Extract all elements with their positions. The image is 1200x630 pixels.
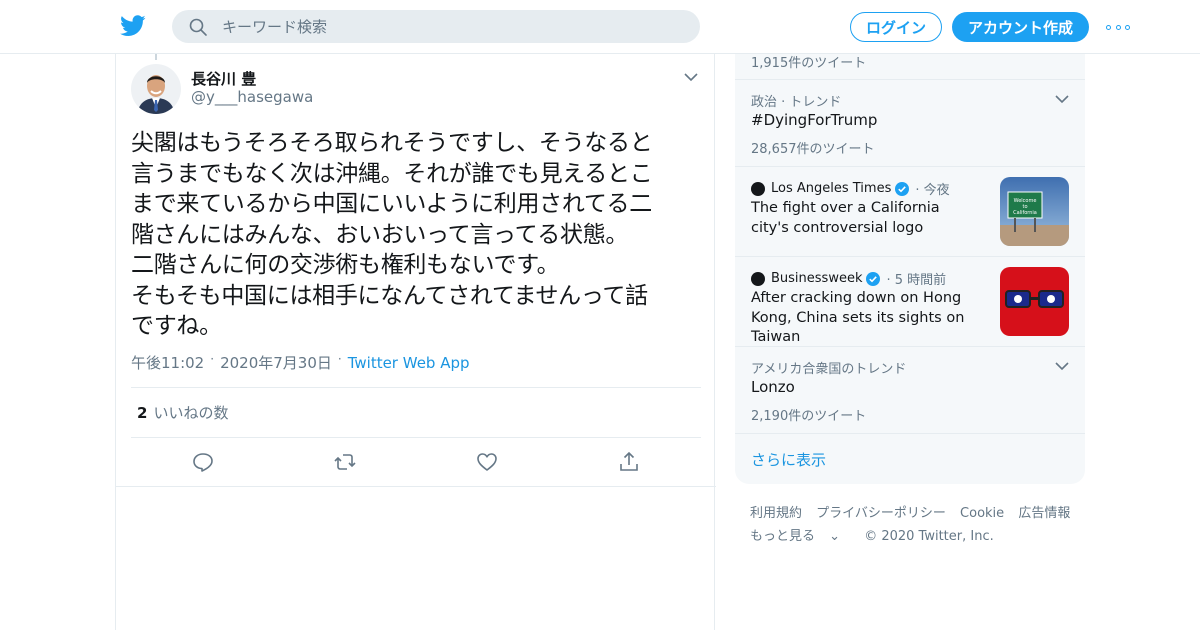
news-source: Los Angeles Times · 今夜 [751,179,950,198]
tweet-date[interactable]: 2020年7月30日 [220,352,332,373]
verified-badge-icon [866,271,881,286]
show-more-link[interactable]: さらに表示 [751,449,826,470]
news-title: The fight over a California city's contr… [751,200,940,236]
taiwan-flag-eyes-image [1000,267,1069,336]
privacy-link[interactable]: プライバシーポリシー [816,506,946,521]
dot [1125,24,1130,30]
chevron-down-icon: ⌄ [829,529,841,544]
terms-link[interactable]: 利用規約 [750,506,802,521]
top-bar: ログイン アカウント作成 [0,0,1200,54]
trend-tweet-count: 1,915件のツイート [751,56,867,71]
avatar-image [131,64,181,114]
chevron-down-icon[interactable] [1054,91,1070,107]
thread-line [155,54,157,60]
author-name[interactable]: 長谷川 豊 [191,68,256,89]
copyright-text: © 2020 Twitter, Inc. [864,529,994,544]
share-icon[interactable] [617,450,641,474]
chevron-down-icon[interactable] [1054,358,1070,374]
california-sign-image: Welcome to California [1000,177,1069,246]
trends-panel: 1,915件のツイート 政治 · トレンド #DyingForTrump 28,… [735,54,1085,484]
divider [131,437,701,438]
likes-count[interactable]: 2 いいねの数 [137,402,228,423]
divider [116,486,716,487]
search-input[interactable] [222,10,682,43]
footer-row: 利用規約 プライバシーポリシー Cookie 広告情報 [750,502,1090,525]
avatar[interactable] [131,64,181,114]
likes-label: いいねの数 [153,404,229,422]
chevron-down-icon[interactable] [683,69,699,85]
trend-tweet-count: 28,657件のツイート [751,142,875,157]
author-handle[interactable]: @y___hasegawa [191,88,313,106]
trend-category: アメリカ合衆国のトレンド [751,362,907,377]
businessweek-logo-icon [751,271,765,286]
news-time: · 今夜 [915,183,950,198]
tweet-actions [116,450,716,474]
tweet-meta: 午後11:02 · 2020年7月30日 · Twitter Web App [131,352,470,373]
footer-row: もっと見る ⌄ © 2020 Twitter, Inc. [750,525,1090,548]
news-source: Businessweek · 5 時間前 [751,269,946,288]
verified-badge-icon [895,181,910,196]
search-icon [189,18,207,36]
reply-icon[interactable] [191,450,215,474]
likes-number: 2 [137,404,148,422]
news-thumbnail[interactable]: Welcome to California [1000,177,1069,246]
la-times-logo-icon [751,181,765,196]
more-menu-icon[interactable] [1106,18,1130,36]
trend-item[interactable]: 1,915件のツイート [735,54,1085,80]
news-item[interactable]: Businessweek · 5 時間前 After cracking down… [735,257,1085,347]
retweet-icon[interactable] [333,450,357,474]
twitter-bird-icon[interactable] [120,14,146,38]
ads-info-link[interactable]: 広告情報 [1018,506,1070,521]
separator: · [210,351,215,366]
news-thumbnail[interactable] [1000,267,1069,336]
more-link[interactable]: もっと見る ⌄ [750,529,850,544]
news-source-name: Businessweek [771,271,863,286]
trend-item[interactable]: 政治 · トレンド #DyingForTrump 28,657件のツイート [735,80,1085,167]
sign-text: California [1013,210,1037,216]
cookie-link[interactable]: Cookie [960,506,1004,521]
tweet-text: 尖閣はもうそろそろ取られそうですし、そうなると 言うまでもなく次は沖縄。それが誰… [131,130,653,339]
news-item[interactable]: Los Angeles Times · 今夜 The fight over a … [735,167,1085,257]
divider [131,387,701,388]
tweet-time[interactable]: 午後11:02 [131,352,204,373]
trend-item[interactable]: アメリカ合衆国のトレンド Lonzo 2,190件のツイート [735,347,1085,434]
trend-name: Lonzo [751,378,795,396]
login-button[interactable]: ログイン [850,12,942,42]
news-source-name: Los Angeles Times [771,181,892,196]
like-heart-icon[interactable] [475,450,499,474]
more-link-label: もっと見る [750,529,816,544]
search-box[interactable] [172,10,700,43]
trend-name: #DyingForTrump [751,111,878,129]
news-time: · 5 時間前 [886,273,947,288]
dot [1115,24,1121,30]
news-title: After cracking down on Hong Kong, China … [751,290,965,345]
separator: · [337,351,342,366]
news-time-text: 5 時間前 [894,273,947,288]
news-time-text: 今夜 [923,183,950,198]
tweet-column: 長谷川 豊 @y___hasegawa 尖閣はもうそろそろ取られそうですし、そう… [115,54,716,630]
tweet-source-link[interactable]: Twitter Web App [348,354,470,372]
signup-button[interactable]: アカウント作成 [952,12,1089,42]
trend-category: 政治 · トレンド [751,95,842,110]
dot [1106,24,1111,30]
footer-links: 利用規約 プライバシーポリシー Cookie 広告情報 もっと見る ⌄ © 20… [750,502,1090,548]
trend-tweet-count: 2,190件のツイート [751,409,867,424]
